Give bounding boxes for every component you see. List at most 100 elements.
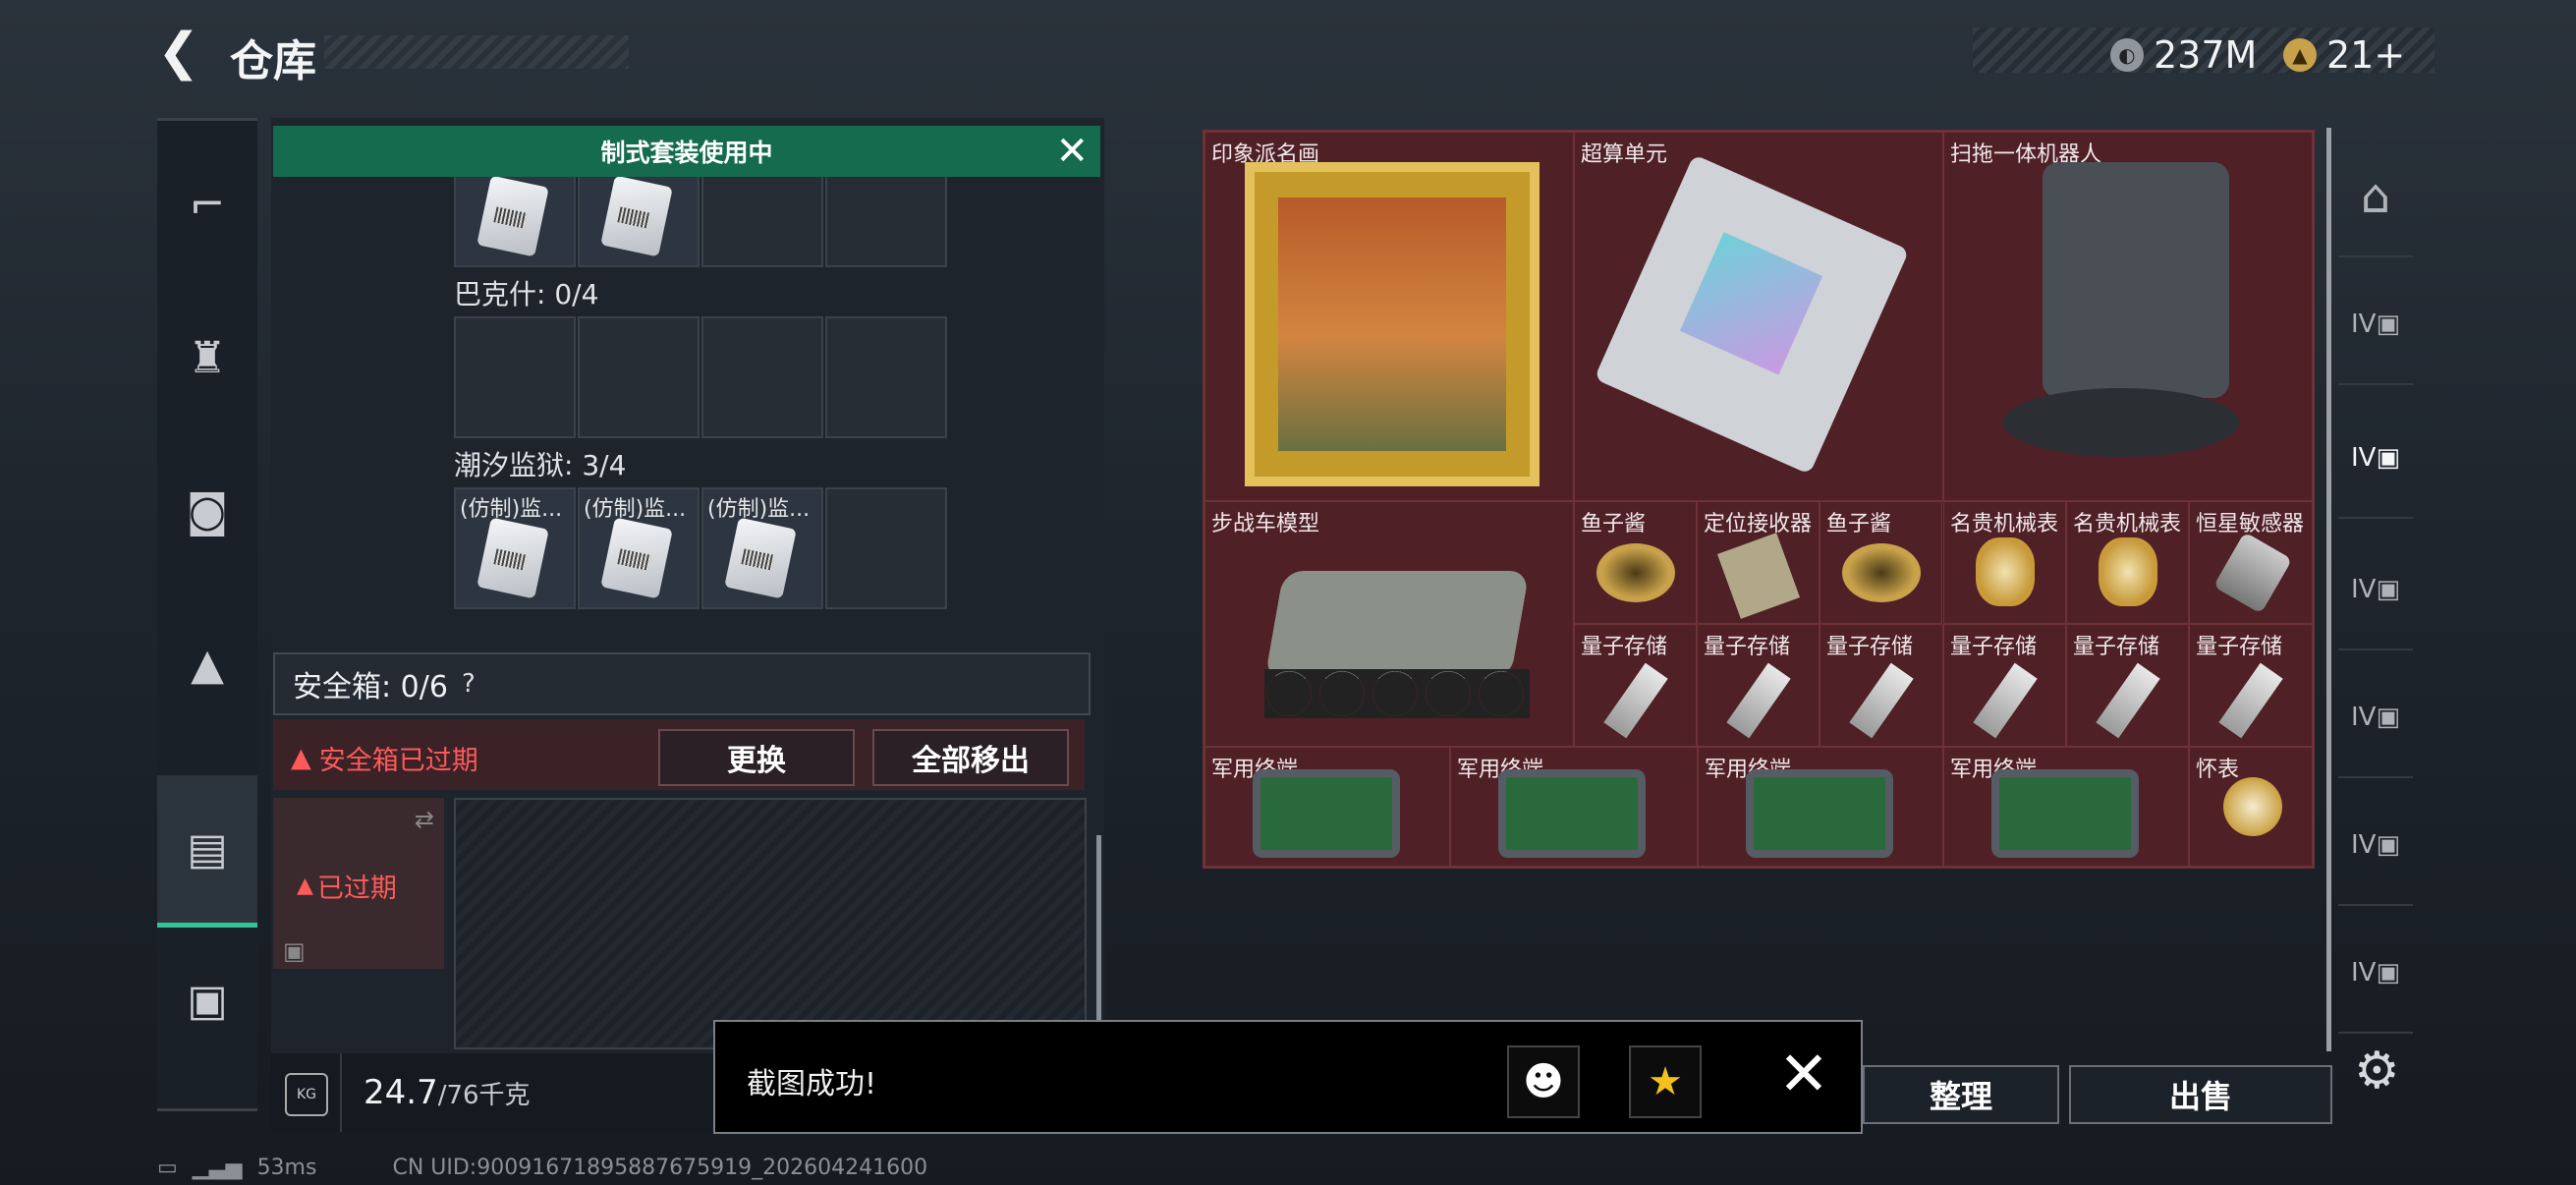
tier-tab[interactable]: IV ▣	[2338, 531, 2413, 650]
tier-tab[interactable]: IV ▣	[2338, 786, 2413, 906]
empty-slot[interactable]	[825, 316, 947, 438]
painting-icon	[1245, 162, 1540, 486]
military-terminal-icon	[1746, 769, 1893, 858]
military-terminal-icon	[1253, 769, 1400, 858]
nav-weapon[interactable]: ⌐	[157, 131, 257, 278]
item-label: (仿制)监...	[460, 497, 563, 522]
nav-helmet[interactable]: ▲	[157, 591, 257, 738]
screenshot-toast: 截图成功! ☻ ★ ✕	[713, 1020, 1863, 1134]
backpack-icon: ◙	[186, 485, 229, 536]
item-slot[interactable]: (仿制)监...	[578, 487, 700, 609]
stash-item[interactable]: 军用终端	[1450, 747, 1698, 867]
stash-item[interactable]: 名贵机械表	[1943, 501, 2066, 624]
keycard-icon	[724, 517, 797, 599]
tier-label: IV	[2350, 958, 2377, 988]
stash-item[interactable]: 步战车模型	[1204, 501, 1574, 747]
tier-label: IV	[2350, 310, 2377, 339]
caviar-tin-icon	[1842, 543, 1921, 602]
pocket-watch-icon	[2223, 777, 2282, 836]
item-label: 超算单元	[1581, 142, 1668, 167]
empty-slot[interactable]	[578, 316, 700, 438]
safebox-bar: 安全箱: 0/6 ?	[273, 652, 1091, 715]
empty-slot[interactable]	[454, 316, 576, 438]
right-scrollbar[interactable]	[2326, 128, 2331, 1051]
nav-safebox[interactable]: ▤	[157, 775, 257, 928]
tier-tab[interactable]: IV ▣	[2338, 914, 2413, 1034]
stash-item[interactable]: 量子存储	[1820, 624, 1943, 747]
expired-warning: 安全箱已过期	[318, 746, 478, 776]
stash-item[interactable]: 量子存储	[1943, 624, 2066, 747]
currency-bar: ◐ 237M ▲ 21+	[1973, 28, 2435, 77]
item-label: 步战车模型	[1211, 512, 1320, 536]
sort-button[interactable]: 整理	[1863, 1065, 2059, 1124]
item-label: 怀表	[2196, 758, 2240, 782]
stash-item[interactable]: 恒星敏感器	[2189, 501, 2313, 624]
item-label: 量子存储	[2196, 635, 2283, 659]
item-label: 鱼子酱	[1826, 512, 1892, 536]
stash-item[interactable]: 军用终端	[1204, 747, 1450, 867]
empty-slot[interactable]	[825, 487, 947, 609]
stash-item[interactable]: 量子存储	[1697, 624, 1820, 747]
item-label: 名贵机械表	[2073, 512, 2182, 536]
watch-icon	[1976, 537, 2035, 606]
stash-item[interactable]: 怀表	[2189, 747, 2313, 867]
stash-item[interactable]: 鱼子酱	[1574, 501, 1697, 624]
stash-item[interactable]: 超算单元	[1574, 132, 1943, 501]
stash-item[interactable]: 量子存储	[1574, 624, 1697, 747]
remove-all-button[interactable]: 全部移出	[872, 729, 1069, 786]
currency1-value: 237M	[2154, 33, 2258, 77]
item-label: 量子存储	[2073, 635, 2160, 659]
robot-vacuum-icon	[2003, 162, 2249, 477]
helmet-icon: ▲	[191, 639, 224, 690]
ticket-icon: ▲	[2283, 38, 2317, 72]
usb-drive-icon	[1603, 662, 1668, 739]
stash-item[interactable]: 扫拖一体机器人	[1943, 132, 2313, 501]
tier-tab-active[interactable]: IV ▣	[2338, 399, 2413, 519]
warning-icon: ▲	[297, 874, 313, 898]
title-stripe	[324, 35, 629, 69]
stash-item[interactable]: 军用终端	[1943, 747, 2189, 867]
gear-icon[interactable]: ⚙	[2354, 1042, 2400, 1100]
qq-penguin-icon[interactable]: ☻	[1507, 1045, 1580, 1118]
stash-item[interactable]: 印象派名画	[1204, 132, 1574, 501]
stash-item[interactable]: 量子存储	[2066, 624, 2189, 747]
item-label: 定位接收器	[1704, 512, 1813, 536]
tier-tab[interactable]: IV ▣	[2338, 658, 2413, 778]
sell-button[interactable]: 出售	[2069, 1065, 2332, 1124]
close-icon[interactable]: ✕	[1778, 1044, 1829, 1104]
stash-home-icon[interactable]: ⌂	[2338, 138, 2413, 257]
item-slot[interactable]: (仿制)监...	[454, 487, 576, 609]
stash-item[interactable]: 名贵机械表	[2066, 501, 2189, 624]
keycard-icon	[476, 175, 549, 257]
left-category-nav: ⌐ ♜ ◙ ▲ ▤ ▣	[157, 118, 257, 1111]
left-scrollbar[interactable]	[1096, 835, 1101, 1022]
qzone-star-icon[interactable]: ★	[1629, 1045, 1702, 1118]
close-icon[interactable]: ✕	[1055, 132, 1089, 171]
tier-tab[interactable]: IV ▣	[2338, 265, 2413, 385]
stash-item[interactable]: 量子存储	[2189, 624, 2313, 747]
nav-case[interactable]: ▣	[157, 927, 257, 1074]
watch-icon	[2099, 537, 2157, 606]
replace-button[interactable]: 更换	[658, 729, 855, 786]
back-arrow-icon[interactable]: ❮	[157, 27, 206, 78]
item-label: 量子存储	[1950, 635, 2038, 659]
item-label: 名贵机械表	[1950, 512, 2059, 536]
help-icon[interactable]: ?	[462, 669, 476, 699]
caviar-tin-icon	[1596, 543, 1675, 602]
nav-backpack[interactable]: ◙	[157, 437, 257, 585]
coin-icon: ◐	[2110, 38, 2144, 72]
gun-icon: ⌐	[189, 179, 226, 230]
safebox-grid	[454, 798, 1087, 1049]
weight-icon: KG	[285, 1073, 328, 1116]
usb-drive-icon	[1849, 662, 1914, 739]
item-slot[interactable]: (仿制)监...	[701, 487, 823, 609]
usb-drive-icon	[1973, 662, 2038, 739]
nav-armor[interactable]: ♜	[157, 284, 257, 431]
stash-item[interactable]: 军用终端	[1698, 747, 1943, 867]
item-label: 恒星敏感器	[2196, 512, 2305, 536]
stash-item[interactable]: 鱼子酱	[1820, 501, 1942, 624]
expired-safebox-slot[interactable]: ⇄ ▲ 已过期 ▣	[273, 798, 444, 969]
empty-slot[interactable]	[701, 316, 823, 438]
stash-item[interactable]: 定位接收器	[1697, 501, 1820, 624]
military-terminal-icon	[1498, 769, 1646, 858]
